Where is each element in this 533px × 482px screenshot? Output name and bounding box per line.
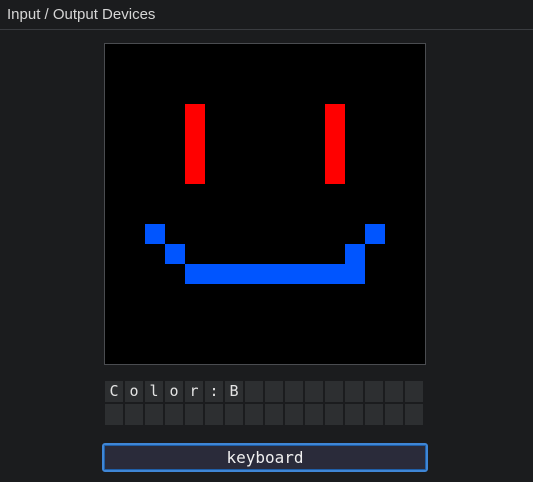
display-pixel [305,264,325,284]
char-cell [304,380,324,403]
char-cell [264,403,284,426]
char-cell [304,403,324,426]
char-cell [244,403,264,426]
display-pixel [285,264,305,284]
character-display: Color:B [104,380,424,426]
char-cell: r [184,380,204,403]
char-cell [384,403,404,426]
char-cell [284,403,304,426]
char-cell [224,403,244,426]
display-pixel [325,104,345,124]
pixel-display [104,43,426,365]
display-pixel [325,124,345,144]
char-cell [344,380,364,403]
char-cell [184,403,204,426]
char-cell: : [204,380,224,403]
panel-title: Input / Output Devices [7,6,156,23]
char-cell [324,403,344,426]
display-pixel [225,264,245,284]
display-pixel [365,224,385,244]
char-cell [344,403,364,426]
display-pixel [165,244,185,264]
char-cell: l [144,380,164,403]
display-pixel [345,264,365,284]
char-cell [144,403,164,426]
char-cell [384,380,404,403]
char-cell: o [124,380,144,403]
display-pixel [325,144,345,164]
display-pixel [185,144,205,164]
char-cell [264,380,284,403]
char-cell [404,403,424,426]
display-pixel [245,264,265,284]
char-cell: B [224,380,244,403]
char-cell [364,380,384,403]
display-pixel [205,264,225,284]
char-cell [124,403,144,426]
display-pixel [185,124,205,144]
display-pixel [145,224,165,244]
display-pixel [265,264,285,284]
keyboard-input[interactable] [104,445,426,470]
char-cell [364,403,384,426]
char-cell [324,380,344,403]
display-pixel [185,104,205,124]
char-cell [244,380,264,403]
char-cell [404,380,424,403]
char-cell [104,403,124,426]
display-pixel [325,164,345,184]
panel-header: Input / Output Devices [0,0,533,30]
char-cell [164,403,184,426]
display-pixel [325,264,345,284]
display-pixel [185,164,205,184]
char-cell: o [164,380,184,403]
keyboard-input-wrapper[interactable] [102,443,428,472]
char-cell [284,380,304,403]
char-cell [204,403,224,426]
display-pixel [185,264,205,284]
display-pixel [345,244,365,264]
char-cell: C [104,380,124,403]
